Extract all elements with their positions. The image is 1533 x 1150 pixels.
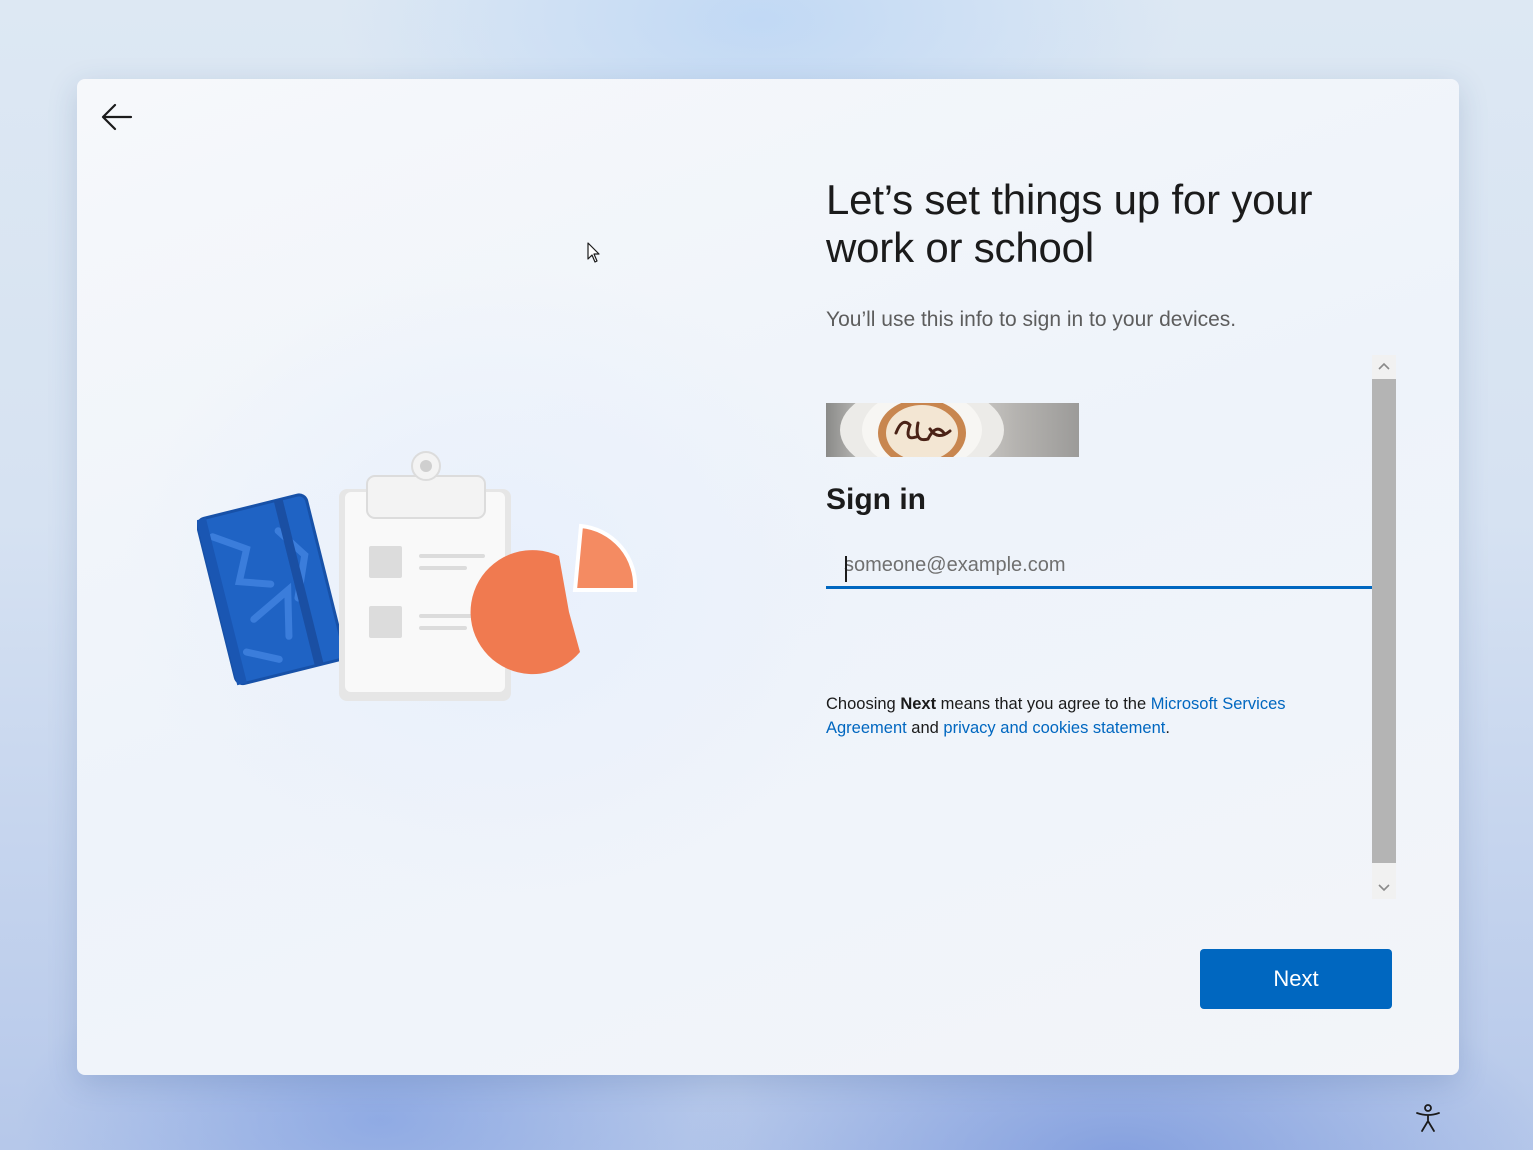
work-school-illustration [197, 451, 637, 701]
legal-next-keyword: Next [900, 695, 937, 713]
vertical-scrollbar[interactable] [1372, 355, 1396, 899]
signin-heading: Sign in [826, 483, 926, 516]
legal-text: means that you agree to the [936, 695, 1151, 713]
legal-notice: Choosing Next means that you agree to th… [826, 692, 1356, 740]
coffee-cup-image [840, 403, 1004, 457]
text-caret [845, 556, 847, 582]
chevron-up-icon [1378, 362, 1390, 370]
next-button[interactable]: Next [1200, 949, 1392, 1009]
organization-banner [826, 403, 1079, 457]
scroll-up-button[interactable] [1372, 355, 1396, 377]
legal-text: . [1165, 719, 1170, 737]
page-title: Let’s set things up for your work or sch… [826, 176, 1313, 271]
notebook-icon [197, 493, 346, 686]
legal-text: and [906, 719, 944, 737]
accessibility-button[interactable] [1410, 1100, 1446, 1136]
mouse-pointer-icon [587, 242, 600, 263]
setup-dialog: Let’s set things up for your work or sch… [77, 79, 1459, 1075]
legal-text: Choosing [826, 695, 901, 713]
arrow-left-icon [101, 103, 133, 131]
privacy-statement-link[interactable]: privacy and cookies statement [943, 719, 1165, 737]
email-input[interactable] [826, 545, 1372, 589]
signin-pane: Sign in Choosing Next means that you agr… [826, 355, 1372, 899]
chevron-down-icon [1378, 884, 1390, 892]
page-subtitle: You’ll use this info to sign in to your … [826, 308, 1237, 331]
back-button[interactable] [97, 99, 137, 135]
scrollbar-thumb[interactable] [1372, 379, 1396, 863]
scroll-down-button[interactable] [1372, 877, 1396, 899]
accessibility-icon [1416, 1104, 1440, 1132]
